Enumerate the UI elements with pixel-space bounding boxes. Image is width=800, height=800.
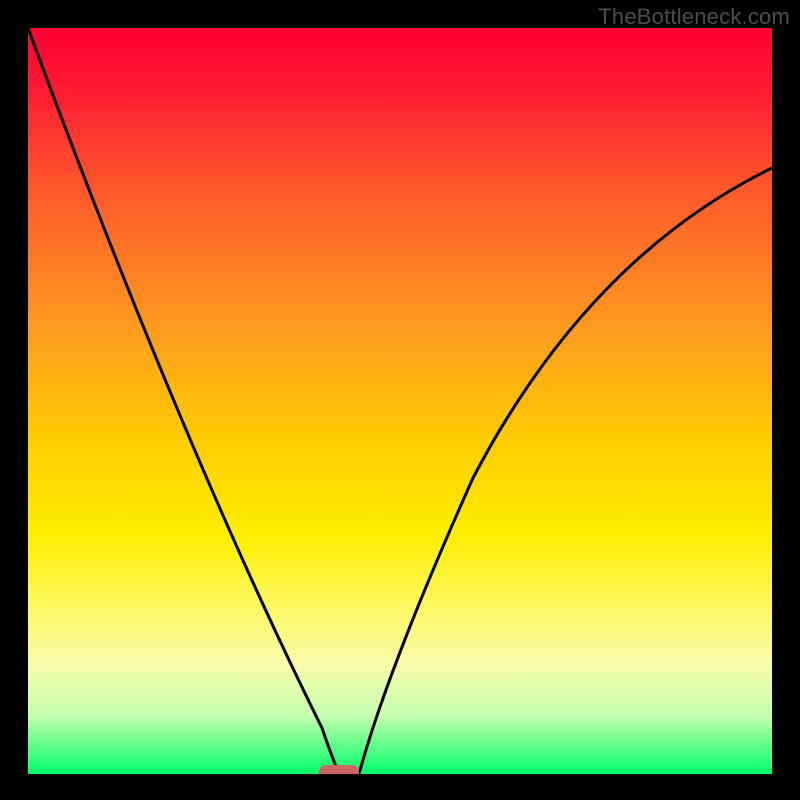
watermark-text: TheBottleneck.com xyxy=(598,4,790,30)
bottleneck-marker xyxy=(319,765,359,774)
curves-layer xyxy=(28,28,772,774)
left-curve xyxy=(28,28,339,774)
plot-area xyxy=(28,28,772,774)
chart-frame: TheBottleneck.com xyxy=(0,0,800,800)
right-curve xyxy=(359,168,772,774)
